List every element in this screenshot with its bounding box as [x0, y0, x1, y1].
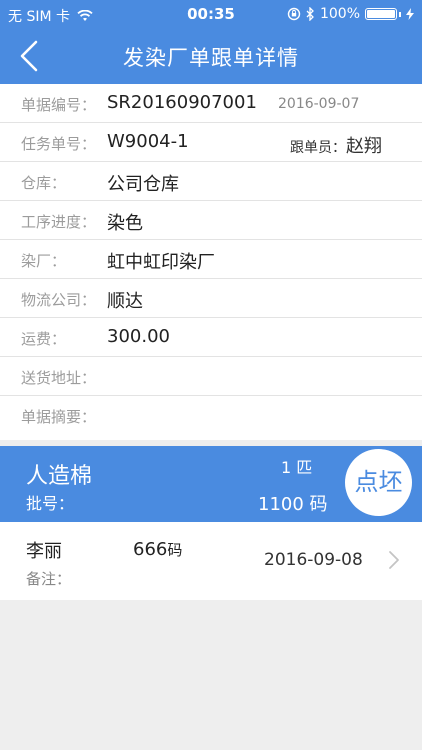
record-person: 李丽	[26, 541, 62, 562]
task-no-label: 任务单号：	[21, 135, 97, 153]
bluetooth-icon	[306, 7, 314, 21]
battery-percent: 100%	[319, 6, 360, 22]
chevron-right-icon	[389, 551, 399, 569]
doc-no-row: 单据编号： SR20160907001 2016-09-07	[0, 84, 422, 123]
dyehouse-label: 染厂：	[21, 252, 67, 270]
pieces-count: 1 匹	[281, 458, 313, 477]
warehouse-label: 仓库：	[21, 174, 67, 192]
doc-no-value: SR20160907001	[107, 92, 257, 113]
status-right: 100%	[287, 6, 414, 22]
dyehouse-row: 染厂： 虹中虹印染厂	[0, 240, 422, 279]
address-label: 送货地址：	[21, 369, 97, 387]
logistics-label: 物流公司：	[21, 291, 97, 309]
follower: 跟单员：赵翔	[290, 132, 382, 158]
record-qty-value: 666	[133, 539, 168, 560]
process-label: 工序进度：	[21, 213, 97, 231]
record-remark-label: 备注：	[26, 570, 72, 588]
yards-total: 1100 码	[258, 494, 328, 515]
warehouse-row: 仓库： 公司仓库	[0, 162, 422, 201]
doc-no-label: 单据编号：	[21, 96, 97, 114]
battery-tip	[399, 11, 401, 17]
status-bar: 无 SIM 卡 00:35 100%	[0, 0, 422, 28]
record-date: 2016-09-08	[264, 550, 363, 570]
freight-label: 运费：	[21, 330, 67, 348]
dyehouse-value: 虹中虹印染厂	[107, 252, 215, 273]
page-title: 发染厂单跟单详情	[123, 46, 299, 70]
record-quantity: 666码	[133, 539, 182, 560]
logistics-row: 物流公司： 顺达	[0, 279, 422, 318]
detail-form: 单据编号： SR20160907001 2016-09-07 任务单号： W90…	[0, 84, 422, 440]
product-name: 人造棉	[26, 464, 93, 489]
follower-label: 跟单员：	[290, 140, 346, 156]
task-no-value: W9004-1	[107, 131, 189, 152]
summary-row: 单据摘要：	[0, 396, 422, 440]
process-row: 工序进度： 染色	[0, 201, 422, 240]
follower-name: 赵翔	[346, 136, 382, 157]
task-no-row: 任务单号： W9004-1 跟单员：赵翔	[0, 123, 422, 162]
nav-bar: 发染厂单跟单详情	[0, 28, 422, 84]
logistics-value: 顺达	[107, 291, 143, 312]
record-qty-unit: 码	[167, 541, 183, 559]
charging-icon	[406, 8, 414, 20]
list-item[interactable]: 李丽 666码 备注： 2016-09-08	[0, 522, 422, 600]
inspect-button[interactable]: 点坯	[345, 449, 412, 516]
address-row: 送货地址：	[0, 357, 422, 396]
summary-label: 单据摘要：	[21, 408, 97, 426]
doc-date: 2016-09-07	[278, 96, 360, 112]
freight-value: 300.00	[107, 326, 170, 347]
freight-row: 运费： 300.00	[0, 318, 422, 357]
batch-label: 批号：	[26, 494, 75, 513]
battery-icon	[365, 8, 397, 20]
orientation-lock-icon	[287, 7, 301, 21]
process-value: 染色	[107, 213, 143, 234]
warehouse-value: 公司仓库	[107, 174, 179, 195]
